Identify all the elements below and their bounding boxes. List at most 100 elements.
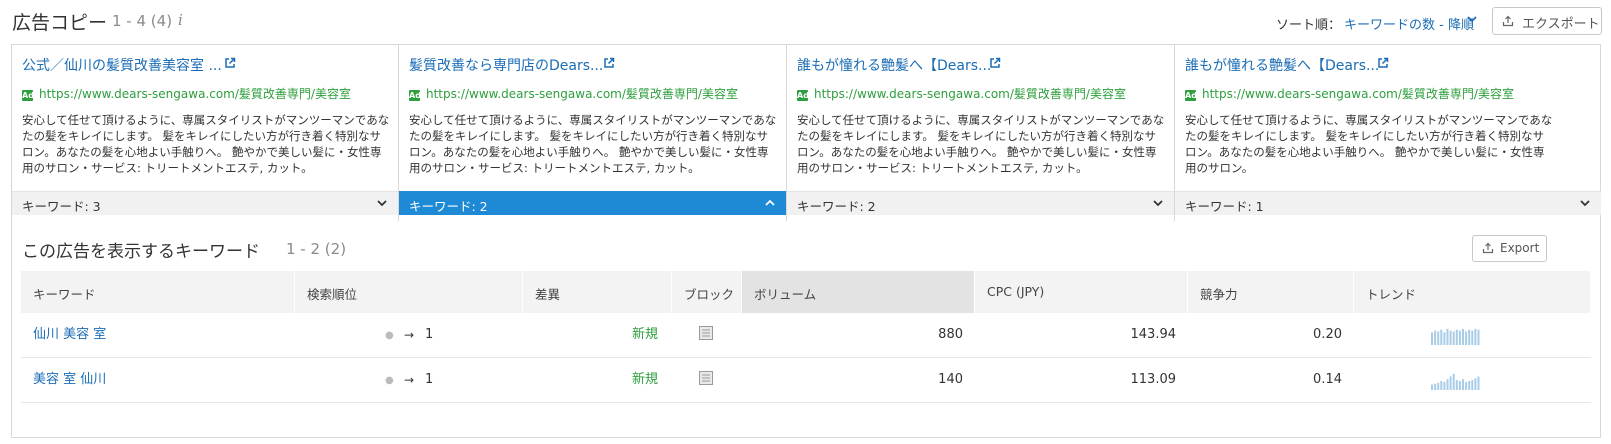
external-link-icon[interactable]: [224, 57, 236, 69]
table-row: 美容 室 仙川 ● → 1 新規 140 113.09 0.14: [21, 358, 1591, 403]
ad-title[interactable]: 誰もが憧れる艶髪へ【Dears...: [797, 55, 991, 75]
trend-bar: [1437, 331, 1440, 345]
chevron-down-icon[interactable]: [1466, 13, 1478, 25]
export-label: Export: [1500, 241, 1540, 255]
table-row: 仙川 美容 室 ● → 1 新規 880 143.94 0.20: [21, 313, 1591, 358]
block-icon[interactable]: [699, 326, 713, 340]
chevron-down-icon: [377, 200, 387, 207]
trend-bar: [1458, 381, 1461, 390]
export-icon: [1502, 15, 1514, 27]
volume-value: 880: [938, 327, 963, 342]
page-title: 広告コピー: [12, 12, 108, 34]
keyword-link[interactable]: 仙川 美容 室: [33, 313, 106, 357]
column-header-position[interactable]: 検索順位: [295, 271, 523, 313]
ad-url[interactable]: https://www.dears-sengawa.com/髪質改善専門/美容室: [39, 87, 351, 101]
trend-bar: [1446, 379, 1449, 390]
trend-bar: [1452, 331, 1455, 345]
ad-description: 安心して任せて頂けるように、専属スタイリストがマンツーマンであなたの髪をキレイに…: [22, 113, 390, 175]
header-bar: 広告コピー 1 - 4 (4) i ソート順： キーワードの数 - 降順 エクス…: [0, 0, 1611, 44]
trend-bar: [1465, 331, 1468, 345]
column-header-competition[interactable]: 競争力: [1188, 271, 1354, 313]
ad-badge-icon: Ad: [22, 90, 34, 101]
trend-bar: [1462, 328, 1464, 345]
trend-bar: [1477, 329, 1480, 345]
trend-bar: [1440, 329, 1443, 345]
position-value: 1: [425, 372, 434, 387]
trend-bar: [1471, 380, 1474, 390]
trend-bar: [1474, 378, 1477, 390]
column-header-keyword[interactable]: キーワード: [21, 271, 295, 313]
ad-url[interactable]: https://www.dears-sengawa.com/髪質改善専門/美容室: [426, 87, 738, 101]
ad-keywords-toggle[interactable]: キーワード: 3: [12, 191, 398, 215]
diff-new-badge: 新規: [632, 372, 659, 387]
ad-title[interactable]: 公式／仙川の髪質改善美容室 ...: [22, 55, 222, 75]
ad-keywords-label: キーワード: 1: [1185, 199, 1264, 214]
trend-bar: [1437, 382, 1440, 390]
ad-keywords-label: キーワード: 3: [22, 199, 101, 214]
trend-bar: [1458, 330, 1461, 345]
ad-url-row: Ad https://www.dears-sengawa.com/髪質改善専門/美…: [22, 85, 351, 102]
ad-url[interactable]: https://www.dears-sengawa.com/髪質改善専門/美容室: [1202, 87, 1514, 101]
keywords-section-count: 1 - 2 (2): [286, 240, 347, 258]
trend-bar: [1471, 330, 1474, 345]
trend-bar: [1468, 381, 1471, 390]
chevron-down-icon: [1580, 200, 1590, 207]
trend-sparkline: [1431, 328, 1480, 345]
external-link-icon[interactable]: [989, 57, 1001, 69]
ad-url-row: Ad https://www.dears-sengawa.com/髪質改善専門/美…: [797, 85, 1126, 102]
column-header-trend: トレンド: [1354, 271, 1591, 313]
trend-bar: [1465, 381, 1468, 390]
cpc-value: 143.94: [1130, 327, 1177, 342]
position-value: 1: [425, 327, 434, 342]
trend-bar: [1455, 329, 1458, 345]
info-icon[interactable]: i: [178, 11, 183, 29]
external-link-icon[interactable]: [1377, 57, 1389, 69]
trend-bar: [1462, 379, 1464, 390]
trend-bar: [1443, 332, 1446, 345]
keywords-section-title: この広告を表示するキーワード: [22, 242, 260, 262]
export-icon: [1482, 242, 1494, 254]
sort-dropdown[interactable]: キーワードの数 - 降順: [1344, 14, 1474, 33]
chevron-up-icon: [765, 199, 775, 206]
ad-description: 安心して任せて頂けるように、専属スタイリストがマンツーマンであなたの髪をキレイに…: [409, 113, 777, 175]
ad-title[interactable]: 髪質改善なら専門店のDears...: [409, 55, 603, 75]
trend-bar: [1434, 330, 1437, 345]
column-header-volume[interactable]: ボリューム: [742, 271, 975, 313]
ad-keywords-label: キーワード: 2: [797, 199, 876, 214]
competition-value: 0.20: [1313, 327, 1342, 342]
volume-value: 140: [938, 372, 963, 387]
ad-title[interactable]: 誰もが憧れる艶髪へ【Dears...: [1185, 55, 1379, 75]
trend-bar: [1449, 330, 1452, 345]
column-header-cpc[interactable]: CPC (JPY): [975, 271, 1188, 313]
cpc-value: 113.09: [1130, 372, 1177, 387]
ad-keywords-label: キーワード: 2: [409, 199, 488, 214]
block-icon[interactable]: [699, 371, 713, 385]
column-header-diff[interactable]: 差異: [523, 271, 672, 313]
trend-bar: [1431, 332, 1433, 345]
external-link-icon[interactable]: [603, 57, 615, 69]
ad-badge-icon: Ad: [1185, 90, 1197, 101]
arrow-right-icon: →: [404, 373, 415, 387]
keyword-link[interactable]: 美容 室 仙川: [33, 358, 106, 402]
column-header-block[interactable]: ブロック: [672, 271, 742, 313]
keywords-export-button[interactable]: Export: [1472, 235, 1547, 262]
export-button[interactable]: エクスポート: [1492, 7, 1602, 35]
trend-sparkline: [1431, 373, 1480, 390]
trend-bar: [1477, 376, 1480, 390]
ad-keywords-toggle[interactable]: キーワード: 2: [787, 191, 1174, 215]
sort-label: ソート順：: [1276, 18, 1342, 33]
chevron-down-icon: [1153, 200, 1163, 207]
ad-keywords-toggle[interactable]: キーワード: 1: [1175, 191, 1601, 215]
title-count: 1 - 4 (4): [112, 12, 173, 30]
ad-url[interactable]: https://www.dears-sengawa.com/髪質改善専門/美容室: [814, 87, 1126, 101]
ad-url-row: Ad https://www.dears-sengawa.com/髪質改善専門/美…: [1185, 85, 1514, 102]
trend-bar: [1443, 381, 1446, 390]
ad-keywords-toggle[interactable]: キーワード: 2: [399, 191, 786, 215]
position-dot-icon: ●: [385, 375, 394, 386]
ad-badge-icon: Ad: [409, 90, 421, 101]
trend-bar: [1449, 376, 1452, 390]
ad-description: 安心して任せて頂けるように、専属スタイリストがマンツーマンであなたの髪をキレイに…: [797, 113, 1165, 175]
diff-new-badge: 新規: [632, 327, 659, 342]
keywords-table-header: キーワード 検索順位 差異 ブロック ボリューム CPC (JPY) 競争力 ト…: [21, 271, 1591, 313]
position-dot-icon: ●: [385, 330, 394, 341]
